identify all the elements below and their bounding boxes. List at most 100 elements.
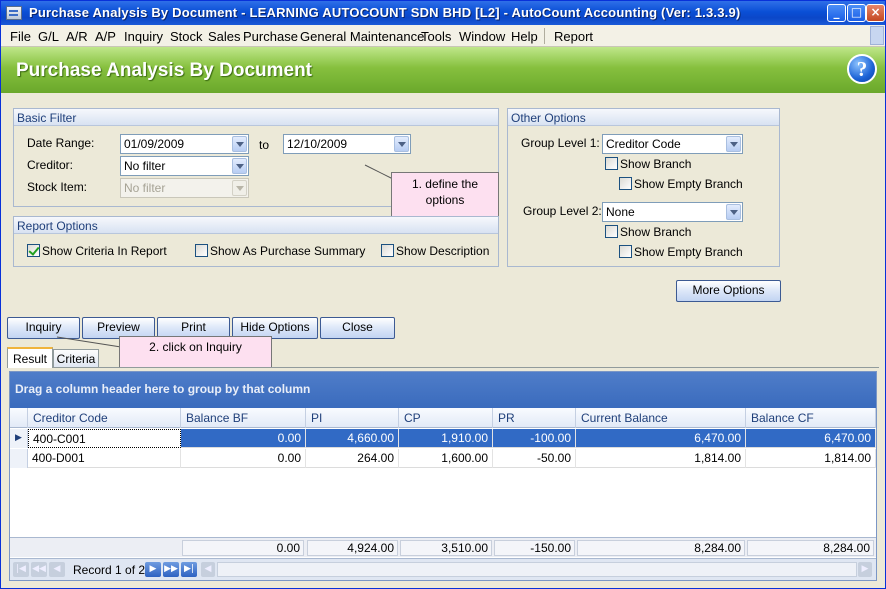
tab-divider xyxy=(7,367,879,368)
prev-page-icon[interactable]: ◀◀ xyxy=(31,562,47,577)
minimize-button[interactable]: _ xyxy=(827,4,846,22)
chevron-down-icon[interactable] xyxy=(232,136,247,152)
menu-sales[interactable]: Sales xyxy=(208,29,241,44)
show-criteria-label[interactable]: Show Criteria In Report xyxy=(42,244,167,258)
total-balance-cf: 8,284.00 xyxy=(747,540,874,556)
show-branch-2-label[interactable]: Show Branch xyxy=(620,225,691,239)
group-level-1-select[interactable]: Creditor Code xyxy=(602,134,743,154)
menu-gl[interactable]: G/L xyxy=(38,29,59,44)
menu-stock[interactable]: Stock xyxy=(170,29,203,44)
chevron-down-icon[interactable] xyxy=(726,136,741,152)
column-header-balance-cf[interactable]: Balance CF xyxy=(746,408,876,428)
close-window-button[interactable]: × xyxy=(866,4,885,22)
help-icon[interactable]: ? xyxy=(847,54,877,84)
cell-pi[interactable]: 4,660.00 xyxy=(306,429,399,448)
show-summary-checkbox[interactable] xyxy=(195,244,208,257)
next-page-icon[interactable]: ▶▶ xyxy=(163,562,179,577)
total-current-balance: 8,284.00 xyxy=(577,540,745,556)
group-level-1-label: Group Level 1: xyxy=(521,136,600,150)
date-from-value: 01/09/2009 xyxy=(124,137,185,151)
date-to-field[interactable]: 12/10/2009 xyxy=(283,134,411,154)
maximize-button[interactable]: □ xyxy=(847,4,866,22)
column-header-balance-bf[interactable]: Balance BF xyxy=(181,408,306,428)
show-empty-branch-2-label[interactable]: Show Empty Branch xyxy=(634,245,743,259)
column-header-cp[interactable]: CP xyxy=(399,408,493,428)
column-header-current-balance[interactable]: Current Balance xyxy=(576,408,746,428)
horizontal-scrollbar[interactable] xyxy=(217,562,857,577)
show-criteria-checkbox[interactable] xyxy=(27,244,40,257)
menu-inquiry[interactable]: Inquiry xyxy=(124,29,163,44)
creditor-label: Creditor: xyxy=(27,158,74,172)
next-record-icon[interactable]: ▶ xyxy=(145,562,161,577)
column-header-pr[interactable]: PR xyxy=(493,408,576,428)
other-options-title: Other Options xyxy=(508,109,779,126)
more-options-button[interactable]: More Options xyxy=(676,280,781,302)
menu-file[interactable]: File xyxy=(10,29,31,44)
record-counter: Record 1 of 2 xyxy=(73,563,146,577)
show-empty-branch-1-label[interactable]: Show Empty Branch xyxy=(634,177,743,191)
close-button[interactable]: Close xyxy=(320,317,395,339)
cell-creditor-code[interactable]: 400-D001 xyxy=(28,449,181,468)
chevron-down-icon[interactable] xyxy=(232,158,247,174)
basic-filter-title: Basic Filter xyxy=(14,109,498,126)
cell-balance-cf[interactable]: 1,814.00 xyxy=(746,449,876,468)
chevron-down-icon[interactable] xyxy=(726,204,741,220)
app-icon xyxy=(6,6,22,20)
menu-tools[interactable]: Tools xyxy=(421,29,451,44)
show-description-checkbox[interactable] xyxy=(381,244,394,257)
date-to-value: 12/10/2009 xyxy=(287,137,348,151)
prev-record-icon[interactable]: ◀ xyxy=(49,562,65,577)
show-empty-branch-2-checkbox[interactable] xyxy=(619,245,632,258)
title-bar[interactable]: Purchase Analysis By Document - LEARNING… xyxy=(1,1,885,25)
show-branch-1-label[interactable]: Show Branch xyxy=(620,157,691,171)
chevron-down-icon[interactable] xyxy=(394,136,409,152)
menu-separator xyxy=(544,28,545,44)
scroll-left-icon[interactable]: ◀ xyxy=(201,562,215,577)
tab-result[interactable]: Result xyxy=(7,347,53,368)
report-options-group: Report Options Show Criteria In Report S… xyxy=(13,216,499,267)
cell-pr[interactable]: -100.00 xyxy=(493,429,576,448)
show-description-label[interactable]: Show Description xyxy=(396,244,489,258)
last-record-icon[interactable]: ▶| xyxy=(181,562,197,577)
creditor-filter-field[interactable]: No filter xyxy=(120,156,249,176)
show-empty-branch-1-checkbox[interactable] xyxy=(619,177,632,190)
cell-balance-bf[interactable]: 0.00 xyxy=(181,429,306,448)
show-branch-1-checkbox[interactable] xyxy=(605,157,618,170)
record-navigator: |◀ ◀◀ ◀ Record 1 of 2 ▶ ▶▶ ▶| ◀ ▶ xyxy=(10,558,876,580)
menu-ar[interactable]: A/R xyxy=(66,29,88,44)
menu-purchase[interactable]: Purchase xyxy=(243,29,298,44)
menu-ap[interactable]: A/P xyxy=(95,29,116,44)
tab-criteria[interactable]: Criteria xyxy=(53,349,99,367)
table-row[interactable]: ▶ 400-C001 0.00 4,660.00 1,910.00 -100.0… xyxy=(10,429,876,448)
menu-chevron-icon[interactable] xyxy=(870,26,884,45)
group-by-panel[interactable]: Drag a column header here to group by th… xyxy=(10,372,876,408)
cell-cp[interactable]: 1,600.00 xyxy=(399,449,493,468)
scroll-right-icon[interactable]: ▶ xyxy=(858,562,872,577)
table-row[interactable]: 400-D001 0.00 264.00 1,600.00 -50.00 1,8… xyxy=(10,449,876,468)
cell-current-balance[interactable]: 6,470.00 xyxy=(576,429,746,448)
menu-general-maintenance[interactable]: General Maintenance xyxy=(300,29,424,44)
first-record-icon[interactable]: |◀ xyxy=(13,562,29,577)
cell-pi[interactable]: 264.00 xyxy=(306,449,399,468)
cell-pr[interactable]: -50.00 xyxy=(493,449,576,468)
menu-window[interactable]: Window xyxy=(459,29,505,44)
cell-cp[interactable]: 1,910.00 xyxy=(399,429,493,448)
result-grid[interactable]: Drag a column header here to group by th… xyxy=(9,371,877,581)
cell-creditor-code[interactable]: 400-C001 xyxy=(28,429,181,448)
column-header-pi[interactable]: PI xyxy=(306,408,399,428)
cell-balance-bf[interactable]: 0.00 xyxy=(181,449,306,468)
callout-define-options: 1. define the options xyxy=(391,172,499,217)
date-range-label: Date Range: xyxy=(27,136,95,150)
cell-balance-cf[interactable]: 6,470.00 xyxy=(746,429,876,448)
show-branch-2-checkbox[interactable] xyxy=(605,225,618,238)
to-label: to xyxy=(259,138,270,152)
cell-current-balance[interactable]: 1,814.00 xyxy=(576,449,746,468)
window-title: Purchase Analysis By Document - LEARNING… xyxy=(29,5,741,20)
group-level-2-select[interactable]: None xyxy=(602,202,743,222)
total-pi: 4,924.00 xyxy=(307,540,398,556)
menu-help[interactable]: Help xyxy=(511,29,538,44)
date-from-field[interactable]: 01/09/2009 xyxy=(120,134,249,154)
menu-report[interactable]: Report xyxy=(554,29,593,44)
show-summary-label[interactable]: Show As Purchase Summary xyxy=(210,244,365,258)
column-header-creditor-code[interactable]: Creditor Code xyxy=(28,408,181,428)
